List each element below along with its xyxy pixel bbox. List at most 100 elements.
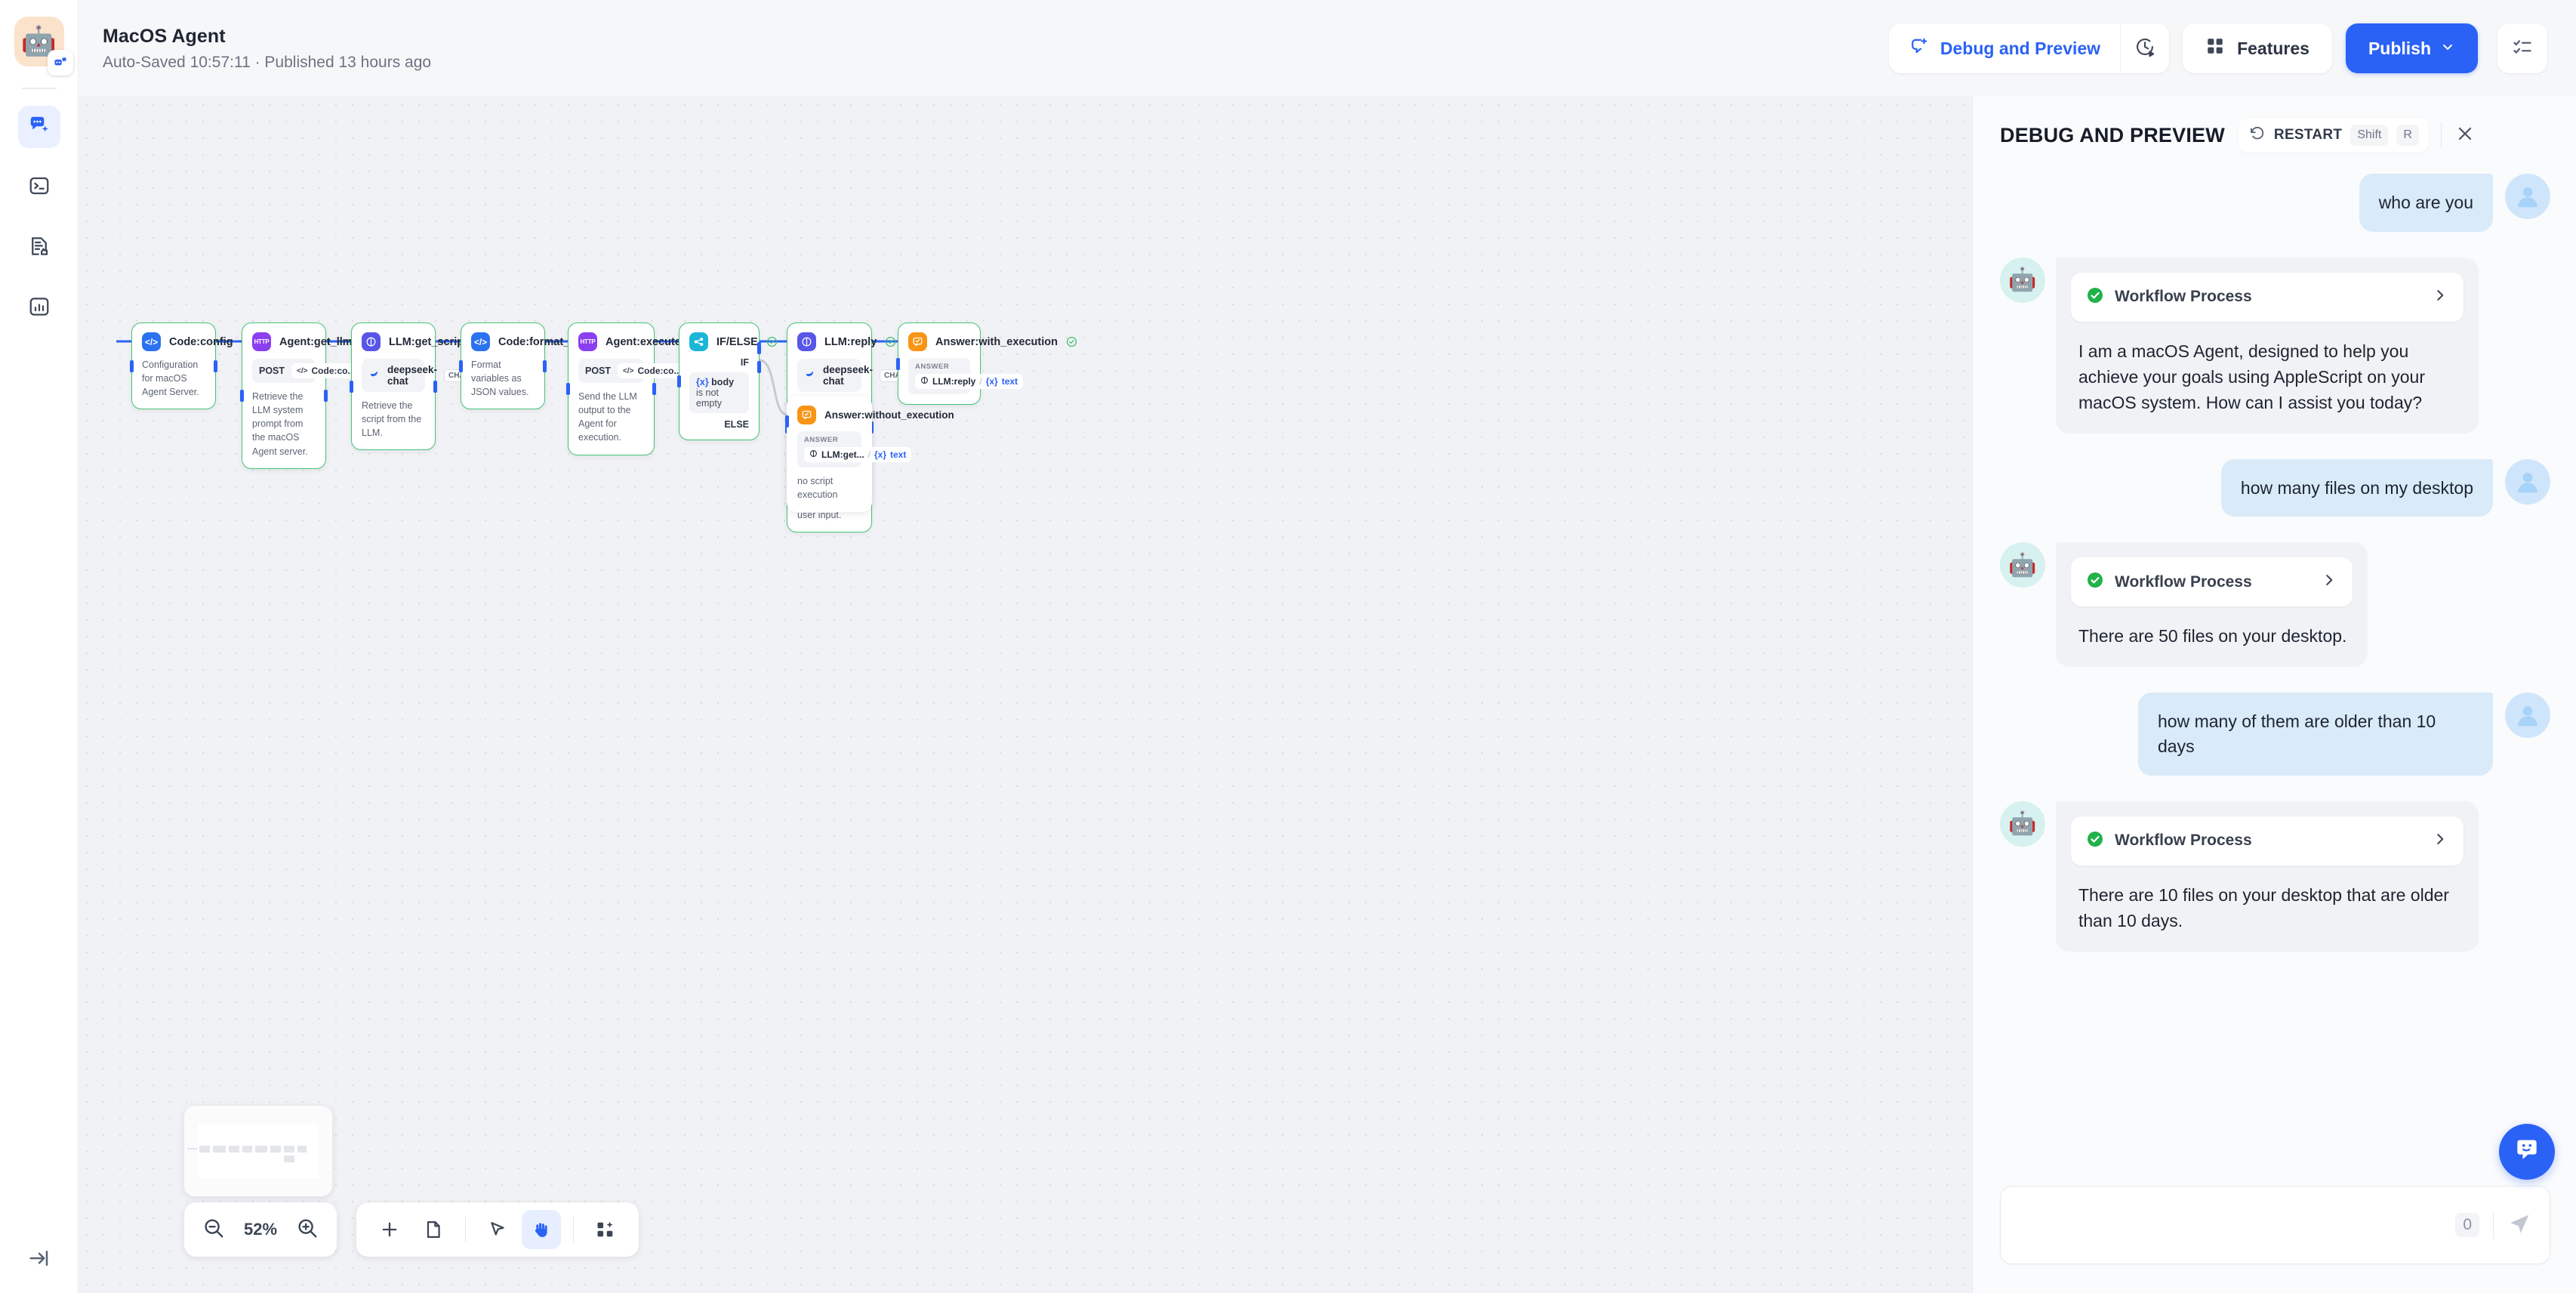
sidebar-item-orchestrate[interactable] xyxy=(17,106,60,148)
input-port[interactable] xyxy=(785,415,789,427)
bar-chart-icon xyxy=(28,295,51,322)
minimap-node xyxy=(255,1146,267,1153)
input-port[interactable] xyxy=(240,389,244,402)
if-branch-label: IF xyxy=(740,357,749,368)
output-port[interactable] xyxy=(433,380,437,393)
check-circle-icon xyxy=(1066,336,1077,347)
sidebar-item-analytics[interactable] xyxy=(18,287,60,329)
zoom-out-icon[interactable] xyxy=(202,1217,225,1243)
chat-widget-button[interactable] xyxy=(2499,1124,2555,1180)
run-history-button[interactable] xyxy=(2121,23,2169,73)
node-description: Retrieve the LLM system prompt from the … xyxy=(252,391,308,457)
chevron-right-icon xyxy=(2432,287,2448,307)
workflow-process-card[interactable]: Workflow Process xyxy=(2071,816,2464,866)
http-icon: HTTP xyxy=(578,332,597,351)
debug-group: Debug and Preview xyxy=(1888,23,2170,73)
node-if-else[interactable]: IF/ELSE IF {x} body is not empty ELSE xyxy=(677,322,777,440)
kbd-r: R xyxy=(2396,125,2419,146)
minimap-node xyxy=(199,1146,210,1153)
node-header: HTTP Agent:execute_script xyxy=(578,332,736,351)
minimap-node xyxy=(284,1156,294,1162)
input-port[interactable] xyxy=(566,382,570,395)
robot-avatar-icon: 🤖 xyxy=(2000,542,2045,588)
if-output-port[interactable] xyxy=(757,342,761,354)
else-output-port[interactable] xyxy=(757,361,761,373)
node-description: Retrieve the script from the LLM. xyxy=(362,400,422,439)
input-port[interactable] xyxy=(459,360,463,372)
composer-divider xyxy=(2493,1211,2494,1239)
debug-bubble-icon xyxy=(1910,36,1930,60)
message-input[interactable] xyxy=(2020,1215,2456,1235)
answer-source: LLM:reply xyxy=(932,376,976,387)
input-port[interactable] xyxy=(130,360,134,372)
check-circle-icon xyxy=(766,336,778,347)
minimap-node xyxy=(242,1146,252,1153)
input-port[interactable] xyxy=(677,375,681,387)
output-port[interactable] xyxy=(214,360,217,372)
add-node-button[interactable] xyxy=(370,1210,409,1249)
node-header: IF/ELSE xyxy=(689,332,777,351)
workflow-process-card[interactable]: Workflow Process xyxy=(2071,272,2464,322)
sidebar-item-terminal[interactable] xyxy=(18,166,60,208)
minimap-edge xyxy=(187,1148,197,1150)
message-composer[interactable]: 0 xyxy=(2000,1186,2550,1264)
answer-value: LLM:get... / {x} text xyxy=(804,447,912,462)
input-port[interactable] xyxy=(896,357,900,370)
node-agent-execute-script[interactable]: HTTP Agent:execute_script POST </> Code:… xyxy=(566,322,744,455)
close-panel-button[interactable] xyxy=(2455,124,2475,147)
select-tool-button[interactable] xyxy=(478,1210,517,1249)
chip-source: Code:co... xyxy=(637,366,682,376)
answer-icon xyxy=(908,332,927,351)
input-port[interactable] xyxy=(350,380,353,393)
output-port[interactable] xyxy=(543,360,547,372)
chat-message-user: who are you xyxy=(2000,174,2550,232)
smiley-chat-icon xyxy=(2513,1136,2541,1168)
checklist-button[interactable] xyxy=(2497,23,2547,73)
send-icon[interactable] xyxy=(2507,1211,2533,1240)
debug-and-preview-button[interactable]: Debug and Preview xyxy=(1889,23,2122,73)
add-page-button[interactable] xyxy=(414,1210,453,1249)
answer-icon xyxy=(797,406,816,424)
node-agent-get-llm-system[interactable]: HTTP Agent:get_llm_system_... POST </> C… xyxy=(240,322,430,469)
canvas-minimap[interactable] xyxy=(184,1106,332,1196)
node-code-config[interactable]: </> Code:config Configuration for macOS … xyxy=(130,322,252,410)
node-llm-get-script[interactable]: LLM:get_script deepseek-chat CHAT Retrie… xyxy=(350,322,486,451)
message-text: There are 10 files on your desktop that … xyxy=(2078,884,2449,930)
message-bubble: Workflow Process There are 10 files on y… xyxy=(2056,801,2479,952)
llm-small-icon xyxy=(809,449,818,460)
chip-source: Code:co... xyxy=(311,366,356,376)
message-bubble: how many files on my desktop xyxy=(2220,458,2493,517)
workflow-process-card[interactable]: Workflow Process xyxy=(2071,557,2353,607)
node-code-format-params[interactable]: </> Code:format_params Format variables … xyxy=(459,322,627,410)
node-header: HTTP Agent:get_llm_system_... xyxy=(252,332,430,351)
workspace-logo[interactable]: 🤖 xyxy=(14,17,73,76)
output-port[interactable] xyxy=(324,389,328,402)
else-branch-label: ELSE xyxy=(724,419,749,430)
node-title: Code:config xyxy=(169,335,233,348)
user-avatar-icon xyxy=(2505,174,2550,219)
user-avatar-icon xyxy=(2505,693,2550,739)
app-root: 🤖 MacOS Agent Auto-Saved 10:57:11 · Publ… xyxy=(0,0,2576,1293)
restart-label: RESTART xyxy=(2273,127,2343,143)
chevron-right-icon xyxy=(2432,831,2448,851)
publish-button[interactable]: Publish xyxy=(2345,23,2478,73)
node-answer-without-execution[interactable]: Answer:without_execution ANSWER LLM:get.… xyxy=(785,396,954,513)
pan-tool-button[interactable] xyxy=(522,1210,561,1249)
model-name: deepseek-chat xyxy=(387,364,438,387)
robot-avatar-icon: 🤖 xyxy=(2000,801,2045,847)
node-answer-with-execution[interactable]: Answer:with_execution ANSWER LLM:reply /… xyxy=(896,322,1077,405)
zoom-in-icon[interactable] xyxy=(296,1217,319,1243)
node-title: IF/ELSE xyxy=(716,335,758,348)
node-title: LLM:get_script xyxy=(389,335,467,348)
node-header: </> Code:format_params xyxy=(471,332,627,351)
rail-collapse-button[interactable] xyxy=(0,1247,79,1273)
sidebar-item-knowledge[interactable] xyxy=(18,227,60,269)
output-port[interactable] xyxy=(652,382,656,395)
chat-transcript[interactable]: who are you 🤖 Workflow Process I am a ma… xyxy=(1973,163,2576,1186)
features-button[interactable]: Features xyxy=(2183,23,2332,73)
restart-button[interactable]: RESTART Shift R xyxy=(2238,118,2429,153)
node-method-row: POST </> Code:co... / {x} agent... xyxy=(578,359,744,383)
magic-blocks-button[interactable] xyxy=(586,1210,625,1249)
deepseek-logo-icon xyxy=(805,368,816,383)
code-icon: </> xyxy=(471,332,490,351)
